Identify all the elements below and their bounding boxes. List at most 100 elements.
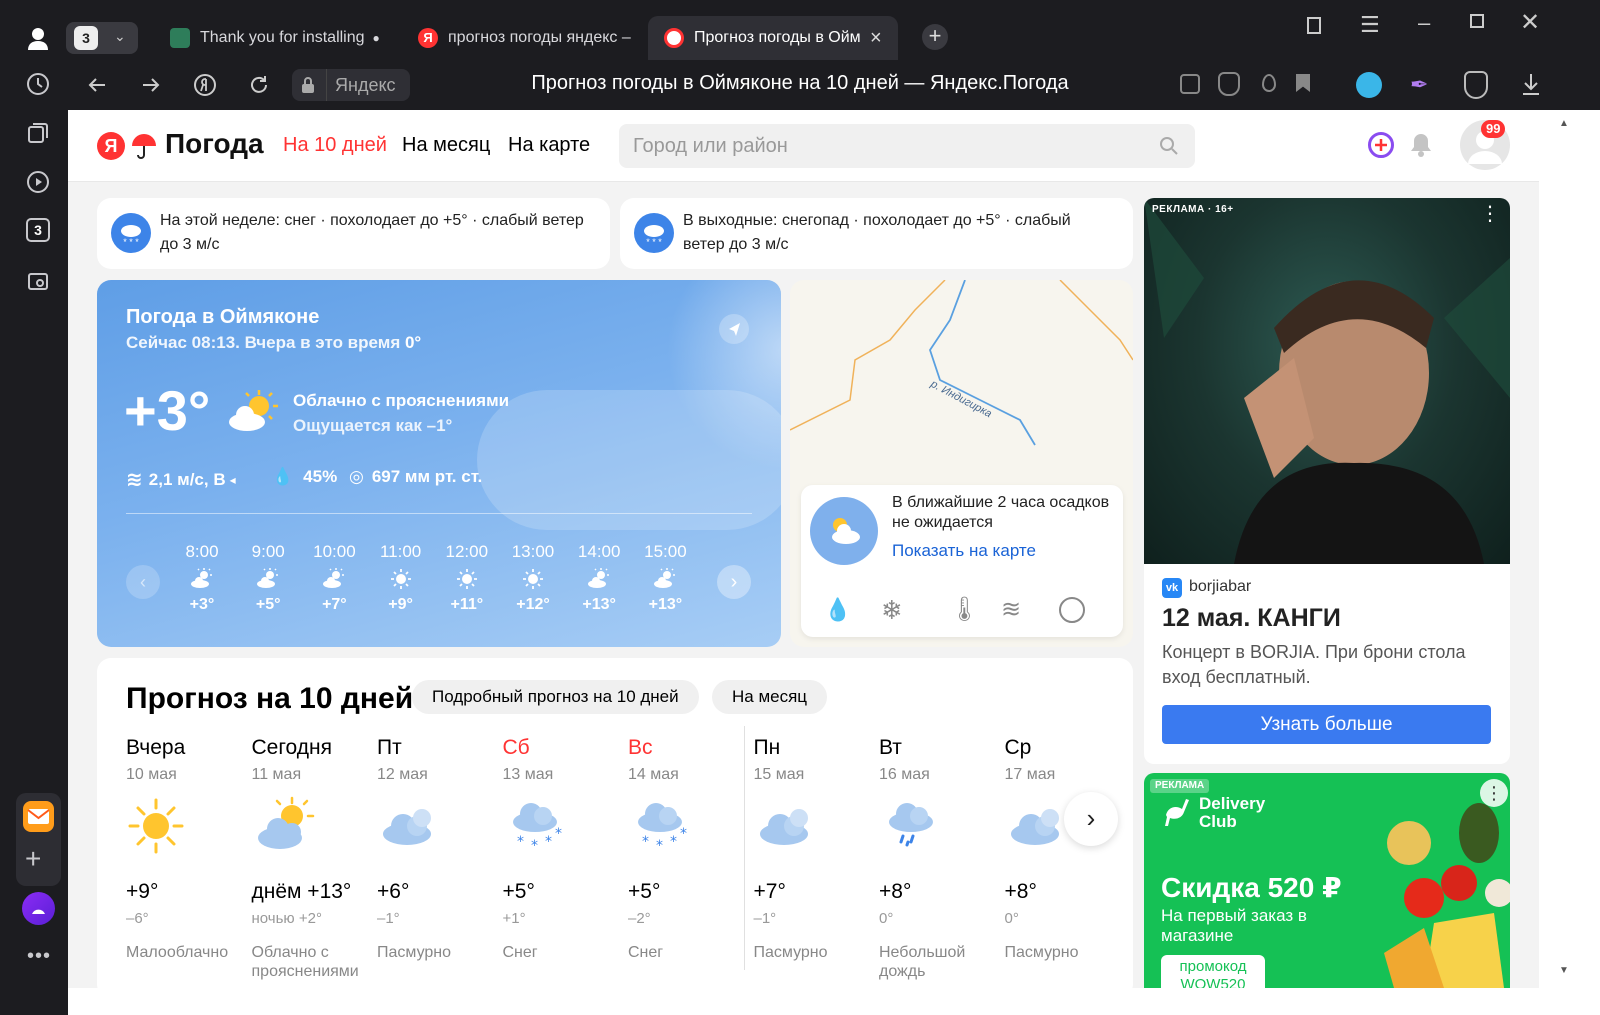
minimize-icon[interactable]: – (1418, 10, 1430, 36)
forecast-day[interactable]: Сегодня 11 мая днём +13° ночью +2° Облачно с… (252, 736, 372, 981)
day-condition: Облачно с прояснениями (251, 944, 359, 980)
bell-icon[interactable] (1410, 132, 1432, 163)
geolocation-icon[interactable] (719, 314, 749, 344)
search-icon[interactable] (1159, 136, 1179, 156)
protect-icon[interactable] (1218, 72, 1240, 96)
thermometer-icon[interactable]: 🌡 (949, 595, 979, 624)
shield-ext-icon[interactable] (1464, 71, 1488, 99)
nav-month[interactable]: На месяц (402, 134, 490, 157)
precipitation-icon[interactable]: 💧 (824, 597, 851, 623)
bookmarks-icon[interactable] (1304, 14, 1326, 41)
search-placeholder: Город или район (633, 135, 788, 157)
forecast-day[interactable]: Вчера 10 мая +9° –6° Малооблачно (126, 736, 246, 962)
promo-code: промокод WOW520 (1161, 955, 1265, 988)
scroll-up-icon[interactable]: ▲ (1559, 118, 1569, 129)
vk-icon: vk (1162, 578, 1182, 598)
ad-delivery-club[interactable]: РЕКЛАМА ⋮ Delivery Club Скидка 520 ₽ На … (1144, 773, 1510, 988)
hours-next-button[interactable]: › (717, 565, 751, 599)
hour-temp: +7° (322, 596, 347, 613)
tab-group-button[interactable]: 3 ⌄ (66, 22, 138, 54)
mail-icon[interactable] (23, 801, 54, 832)
maximize-icon[interactable] (1470, 14, 1484, 28)
day-temp: +5° (628, 880, 661, 903)
month-forecast-button[interactable]: На месяц (712, 680, 828, 714)
humidity-icon: 💧 (272, 467, 294, 486)
ad-menu-icon[interactable]: ⋮ (1480, 204, 1500, 224)
alice-icon[interactable] (22, 892, 55, 925)
forecast-day[interactable]: Вс 14 мая * * * * +5° –2° Снег (628, 736, 748, 962)
alert-week[interactable]: * * * На этой неделе: снег · похолодает … (97, 198, 610, 269)
search-field[interactable]: Город или район (619, 124, 1195, 168)
new-tab-button[interactable]: + (922, 24, 948, 50)
map-card[interactable]: р. Индигирка В ближайшие 2 часа осадков … (790, 280, 1133, 647)
translate-icon[interactable] (1180, 74, 1200, 94)
forecast-day[interactable]: Пт 12 мая +6° –1° Пасмурно (377, 736, 497, 962)
forecast-day[interactable]: Пн 15 мая +7° –1° Пасмурно (754, 736, 874, 962)
forecast-day[interactable]: Сб 13 мая * * * * +5° +1° Снег (503, 736, 623, 962)
download-icon[interactable] (1521, 72, 1541, 101)
alert-text: В выходные: снегопад · похолодает до +5°… (683, 212, 1071, 253)
profile-icon[interactable] (22, 22, 54, 54)
hours-prev-button[interactable]: ‹ (126, 565, 160, 599)
scroll-down-icon[interactable]: ▼ (1559, 965, 1569, 976)
add-app-icon[interactable]: + (25, 845, 41, 873)
screenshot-icon[interactable] (22, 265, 54, 297)
detailed-forecast-button[interactable]: Подробный прогноз на 10 дней (412, 680, 699, 714)
site-chip[interactable]: Яндекс (292, 69, 410, 101)
show-on-map-link[interactable]: Показать на карте (892, 541, 1036, 561)
hour-time: 15:00 (644, 542, 687, 561)
yandex-home-icon[interactable] (192, 72, 218, 98)
feather-ext-icon[interactable]: ✒ (1410, 72, 1436, 98)
back-icon[interactable] (84, 72, 110, 98)
alert-text: На этой неделе: снег · похолодает до +5°… (160, 212, 584, 253)
ad-source: borjiabar (1189, 578, 1252, 595)
video-icon[interactable] (22, 166, 54, 198)
forecast-next-button[interactable]: › (1064, 792, 1118, 846)
sun-icon (126, 796, 246, 866)
location-icon[interactable] (1262, 74, 1276, 92)
humidity-value: 45% (303, 467, 338, 486)
current-temp: +3° (124, 379, 211, 442)
plus-icon[interactable] (1368, 132, 1394, 158)
day-date: 15 мая (753, 766, 805, 783)
history-icon[interactable] (22, 68, 54, 100)
hour-temp: +13° (648, 596, 683, 613)
reload-icon[interactable] (246, 72, 272, 98)
hour-temp: +5° (255, 596, 281, 613)
snow-cloud-icon: * * * (634, 213, 674, 253)
ad-label: РЕКЛАМА (1150, 779, 1210, 793)
collections-icon[interactable] (22, 117, 54, 149)
ad-concert[interactable]: РЕКЛАМА · 16+ ⋮ vk borjiabar 12 мая. КАН… (1144, 198, 1510, 764)
wind-layer-icon[interactable]: ≋ (1001, 595, 1021, 624)
chat-ext-icon[interactable] (1356, 72, 1382, 98)
hour-time: 11:00 (379, 542, 422, 561)
nav-map[interactable]: На карте (508, 134, 590, 157)
counter-badge[interactable]: 3 (22, 214, 54, 246)
alert-weekend[interactable]: * * * В выходные: снегопад · похолодает … (620, 198, 1133, 269)
pressure-layer-icon[interactable] (1059, 597, 1085, 623)
service-name[interactable]: Погода (165, 128, 264, 160)
condition-text: Облачно с прояснениями (293, 391, 510, 410)
nav-10-days[interactable]: На 10 дней (283, 134, 387, 157)
learn-more-button[interactable]: Узнать больше (1162, 705, 1491, 744)
menu-icon[interactable]: ☰ (1360, 12, 1380, 38)
snowflake-icon[interactable]: ❄ (881, 595, 903, 626)
forecast-day[interactable]: Ср 17 мая +8° 0° Пасмурно (1005, 736, 1125, 962)
cloud-bg (477, 390, 781, 530)
hour-item: 10:00 +7° (304, 542, 364, 614)
more-icon[interactable]: ••• (27, 945, 51, 968)
domain-label: Яндекс (326, 69, 396, 101)
yandex-logo[interactable]: Я (97, 132, 125, 160)
svg-text:*: * (656, 838, 663, 854)
tab-weather-active[interactable]: Прогноз погоды в Ойм × (648, 16, 898, 60)
tab-yandex-search[interactable]: Я прогноз погоды яндекс – (418, 18, 636, 58)
close-window-icon[interactable]: ✕ (1520, 8, 1540, 37)
scrollbar[interactable]: ▲ ▼ (1539, 110, 1600, 988)
forecast-day[interactable]: Вт 16 мая +8° 0° Небольшой дождь (879, 736, 999, 981)
tab-protect[interactable]: Thank you for installing ● (170, 18, 395, 58)
close-tab-icon[interactable]: × (870, 27, 882, 50)
page-title: Прогноз погоды в Оймяконе на 10 дней — Я… (531, 72, 1069, 94)
night-temp: ночью +2° (251, 910, 322, 927)
forward-icon[interactable] (138, 72, 164, 98)
day-temp: +8° (1004, 880, 1037, 903)
